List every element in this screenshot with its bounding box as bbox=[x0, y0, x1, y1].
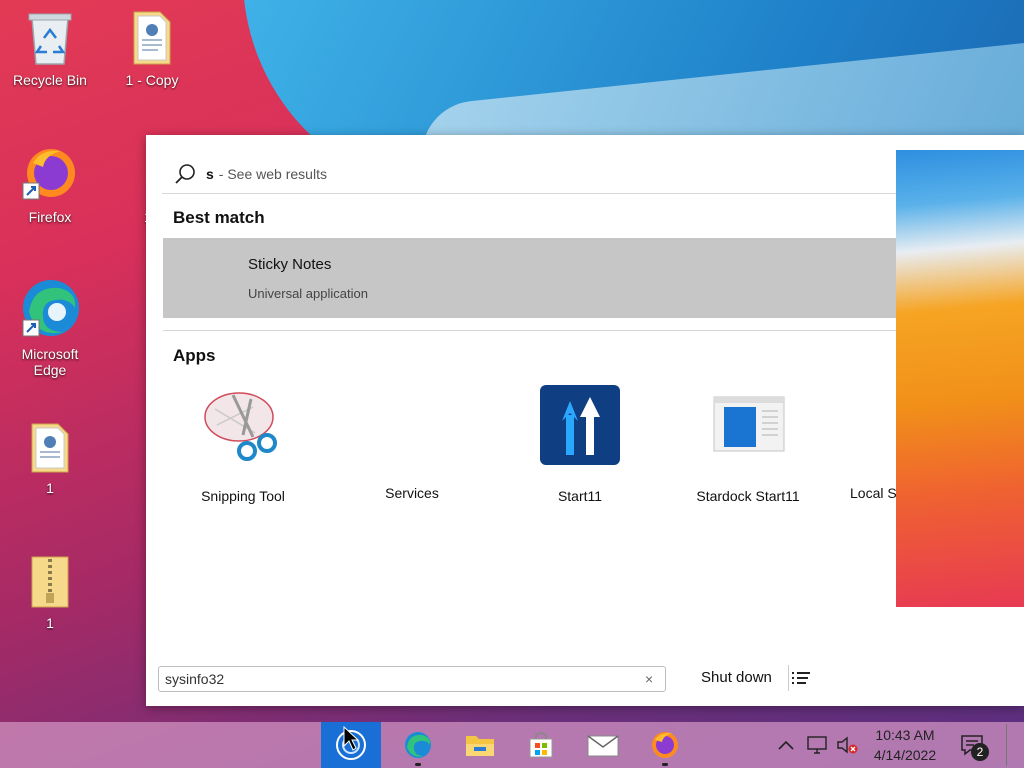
show-desktop-button[interactable] bbox=[1008, 722, 1024, 768]
show-desktop-divider bbox=[1006, 724, 1007, 766]
running-indicator bbox=[662, 763, 668, 766]
app-tile-label: Services bbox=[385, 485, 439, 501]
desktop-icon-label: Microsoft Edge bbox=[21, 346, 79, 378]
panel-wallpaper-preview bbox=[896, 150, 1024, 607]
firefox-icon bbox=[652, 732, 678, 758]
stardock-start11-icon bbox=[713, 396, 785, 452]
taskbar-clock[interactable]: 10:43 AM 4/14/2022 bbox=[860, 725, 950, 765]
section-divider bbox=[163, 330, 896, 331]
app-tile-start11[interactable]: Start11 bbox=[496, 385, 664, 504]
app-tile-label: Start11 bbox=[557, 488, 603, 504]
desktop-icon-label: 1 bbox=[46, 615, 54, 631]
running-indicator bbox=[415, 763, 421, 766]
web-search-row[interactable]: s - See web results bbox=[162, 155, 896, 194]
search-box[interactable]: × bbox=[158, 666, 666, 692]
desktop-icon-label: Recycle Bin bbox=[13, 72, 87, 88]
shutdown-divider bbox=[788, 665, 789, 691]
taskbar-mail[interactable] bbox=[573, 722, 633, 768]
app-tile-local-security[interactable]: Local S bbox=[832, 385, 896, 501]
snipping-tool-icon bbox=[204, 392, 277, 461]
taskbar-firefox[interactable] bbox=[635, 722, 695, 768]
best-match-result[interactable]: Sticky Notes Universal application bbox=[163, 238, 896, 318]
chevron-up-icon bbox=[778, 740, 794, 750]
store-icon bbox=[529, 732, 553, 758]
tray-network[interactable] bbox=[803, 722, 831, 768]
desktop-icon-label: 1 bbox=[46, 480, 54, 496]
edge-icon bbox=[22, 280, 79, 337]
clear-search-button[interactable]: × bbox=[645, 671, 653, 687]
best-match-heading: Best match bbox=[173, 208, 265, 227]
best-match-type: Universal application bbox=[248, 286, 368, 301]
app-tile-snipping-tool[interactable]: Snipping Tool bbox=[159, 385, 327, 504]
mail-icon bbox=[587, 735, 619, 757]
tray-show-hidden-icons[interactable] bbox=[774, 722, 798, 768]
shutdown-button[interactable]: Shut down bbox=[701, 669, 772, 686]
shutdown-options-icon[interactable] bbox=[791, 669, 811, 689]
clock-date: 4/14/2022 bbox=[873, 747, 937, 763]
firefox-icon bbox=[22, 149, 75, 200]
search-input[interactable] bbox=[159, 671, 641, 687]
app-tile-label: Local S bbox=[850, 485, 896, 501]
desktop-icon-1-copy[interactable]: 1 - Copy bbox=[112, 8, 192, 88]
tray-volume[interactable] bbox=[833, 722, 861, 768]
desktop-icon-label: 1 - Copy bbox=[125, 72, 179, 88]
desktop-icon-recycle-bin[interactable]: Recycle Bin bbox=[10, 8, 90, 88]
notification-count-badge: 2 bbox=[971, 743, 989, 761]
desktop-icon-1-zip[interactable]: 1 bbox=[10, 553, 90, 631]
folder-icon bbox=[466, 736, 494, 756]
desktop-icon-1-document[interactable]: 1 bbox=[10, 420, 90, 496]
taskbar-start-button[interactable] bbox=[321, 722, 381, 768]
start11-icon bbox=[540, 385, 620, 465]
clock-time: 10:43 AM bbox=[875, 727, 935, 743]
app-tile-label: Snipping Tool bbox=[201, 488, 285, 504]
volume-muted-icon bbox=[837, 736, 858, 754]
local-security-icon bbox=[832, 385, 896, 465]
taskbar-edge[interactable] bbox=[388, 722, 448, 768]
services-icon bbox=[372, 385, 452, 465]
app-tile-stardock-start11[interactable]: Stardock Start11 bbox=[664, 385, 832, 504]
app-tile-services[interactable]: Services bbox=[328, 385, 496, 501]
recycle-bin-icon bbox=[28, 13, 72, 65]
desktop-icon-firefox[interactable]: Firefox bbox=[10, 145, 90, 225]
mouse-cursor-icon bbox=[343, 726, 359, 751]
search-query-text: s bbox=[206, 166, 214, 182]
start-search-panel: s - See web results Best match Sticky No… bbox=[146, 135, 1024, 706]
search-icon bbox=[175, 164, 195, 184]
zip-folder-icon bbox=[31, 556, 69, 608]
taskbar: 10:43 AM 4/14/2022 bbox=[0, 722, 1024, 768]
document-file-icon bbox=[133, 11, 171, 65]
document-file-icon bbox=[31, 423, 69, 473]
app-tile-label: Stardock Start11 bbox=[696, 488, 800, 504]
network-icon bbox=[807, 736, 827, 754]
best-match-name: Sticky Notes bbox=[248, 256, 332, 273]
web-results-hint: - See web results bbox=[218, 166, 327, 182]
taskbar-store[interactable] bbox=[511, 722, 571, 768]
desktop-icon-microsoft-edge[interactable]: Microsoft Edge bbox=[10, 278, 90, 378]
desktop-icon-label: Firefox bbox=[28, 209, 72, 225]
apps-heading: Apps bbox=[173, 346, 216, 365]
edge-icon bbox=[405, 732, 431, 758]
taskbar-file-explorer[interactable] bbox=[450, 722, 510, 768]
